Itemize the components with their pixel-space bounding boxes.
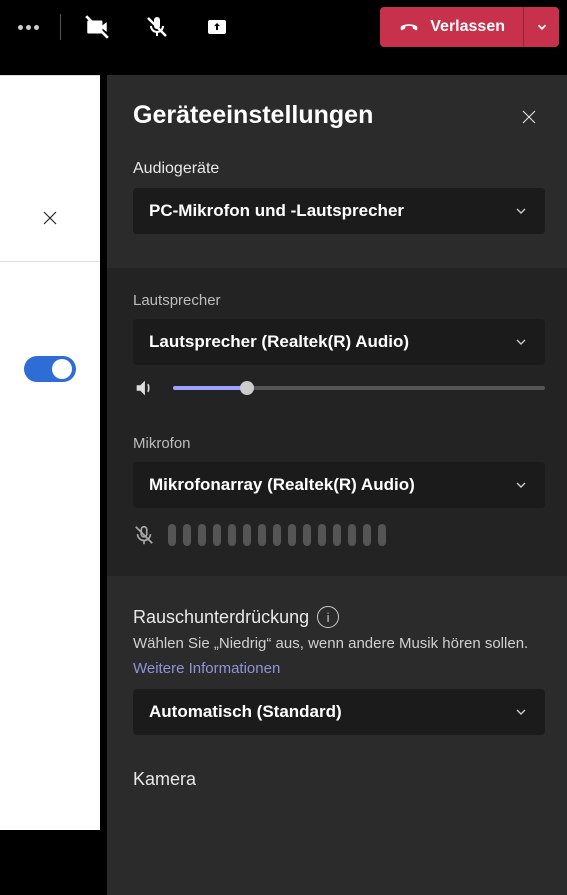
audio-devices-section: Audiogeräte PC-Mikrofon und -Lautspreche… [133, 160, 545, 234]
speaker-volume-slider[interactable] [173, 386, 545, 390]
speaker-volume-icon [133, 377, 155, 399]
info-icon[interactable]: i [317, 606, 339, 628]
side-panel [0, 75, 100, 830]
pane-title: Geräteeinstellungen [133, 101, 545, 130]
audio-devices-label: Audiogeräte [133, 160, 545, 178]
dropdown-value: Mikrofonarray (Realtek(R) Audio) [149, 475, 415, 495]
leave-options-button[interactable] [523, 7, 559, 47]
leave-label: Verlassen [430, 18, 505, 36]
speaker-dropdown[interactable]: Lautsprecher (Realtek(R) Audio) [133, 319, 545, 365]
camera-section: Kamera [133, 769, 545, 790]
leave-button[interactable]: Verlassen [380, 7, 523, 47]
dropdown-value: Automatisch (Standard) [149, 702, 342, 722]
device-settings-pane: Geräteeinstellungen Audiogeräte PC-Mikro… [107, 75, 567, 895]
dropdown-value: Lautsprecher (Realtek(R) Audio) [149, 332, 409, 352]
mic-label: Mikrofon [133, 435, 545, 452]
divider [60, 14, 61, 40]
more-info-link[interactable]: Weitere Informationen [133, 660, 280, 677]
divider [0, 261, 100, 262]
noise-label: Rauschunterdrückung [133, 607, 309, 628]
audio-devices-dropdown[interactable]: PC-Mikrofon und -Lautsprecher [133, 188, 545, 234]
more-actions-button[interactable] [8, 7, 48, 47]
chevron-down-icon [513, 203, 529, 219]
share-screen-icon[interactable] [193, 7, 241, 47]
chevron-down-icon [513, 477, 529, 493]
noise-dropdown[interactable]: Automatisch (Standard) [133, 689, 545, 735]
close-pane-button[interactable] [513, 101, 545, 133]
meeting-topbar: Verlassen [0, 0, 567, 54]
close-side-panel-button[interactable] [28, 196, 72, 240]
chevron-down-icon [513, 704, 529, 720]
mic-level-meter [133, 524, 545, 546]
mic-muted-icon [133, 524, 155, 546]
speaker-label: Lautsprecher [133, 292, 545, 309]
mic-off-icon[interactable] [133, 7, 181, 47]
toggle-switch[interactable] [24, 356, 76, 382]
mic-dropdown[interactable]: Mikrofonarray (Realtek(R) Audio) [133, 462, 545, 508]
dropdown-value: PC-Mikrofon und -Lautsprecher [149, 201, 404, 221]
chevron-down-icon [513, 334, 529, 350]
hangup-icon [398, 16, 420, 38]
noise-suppression-section: Rauschunterdrückung i Wählen Sie „Niedri… [133, 606, 545, 735]
toggle-knob [52, 359, 72, 379]
speaker-mic-block: Lautsprecher Lautsprecher (Realtek(R) Au… [107, 268, 567, 576]
noise-desc: Wählen Sie „Niedrig“ aus, wenn andere Mu… [133, 634, 545, 654]
camera-label: Kamera [133, 769, 545, 790]
camera-off-icon[interactable] [73, 7, 121, 47]
slider-fill [173, 386, 247, 390]
slider-thumb [240, 381, 254, 395]
